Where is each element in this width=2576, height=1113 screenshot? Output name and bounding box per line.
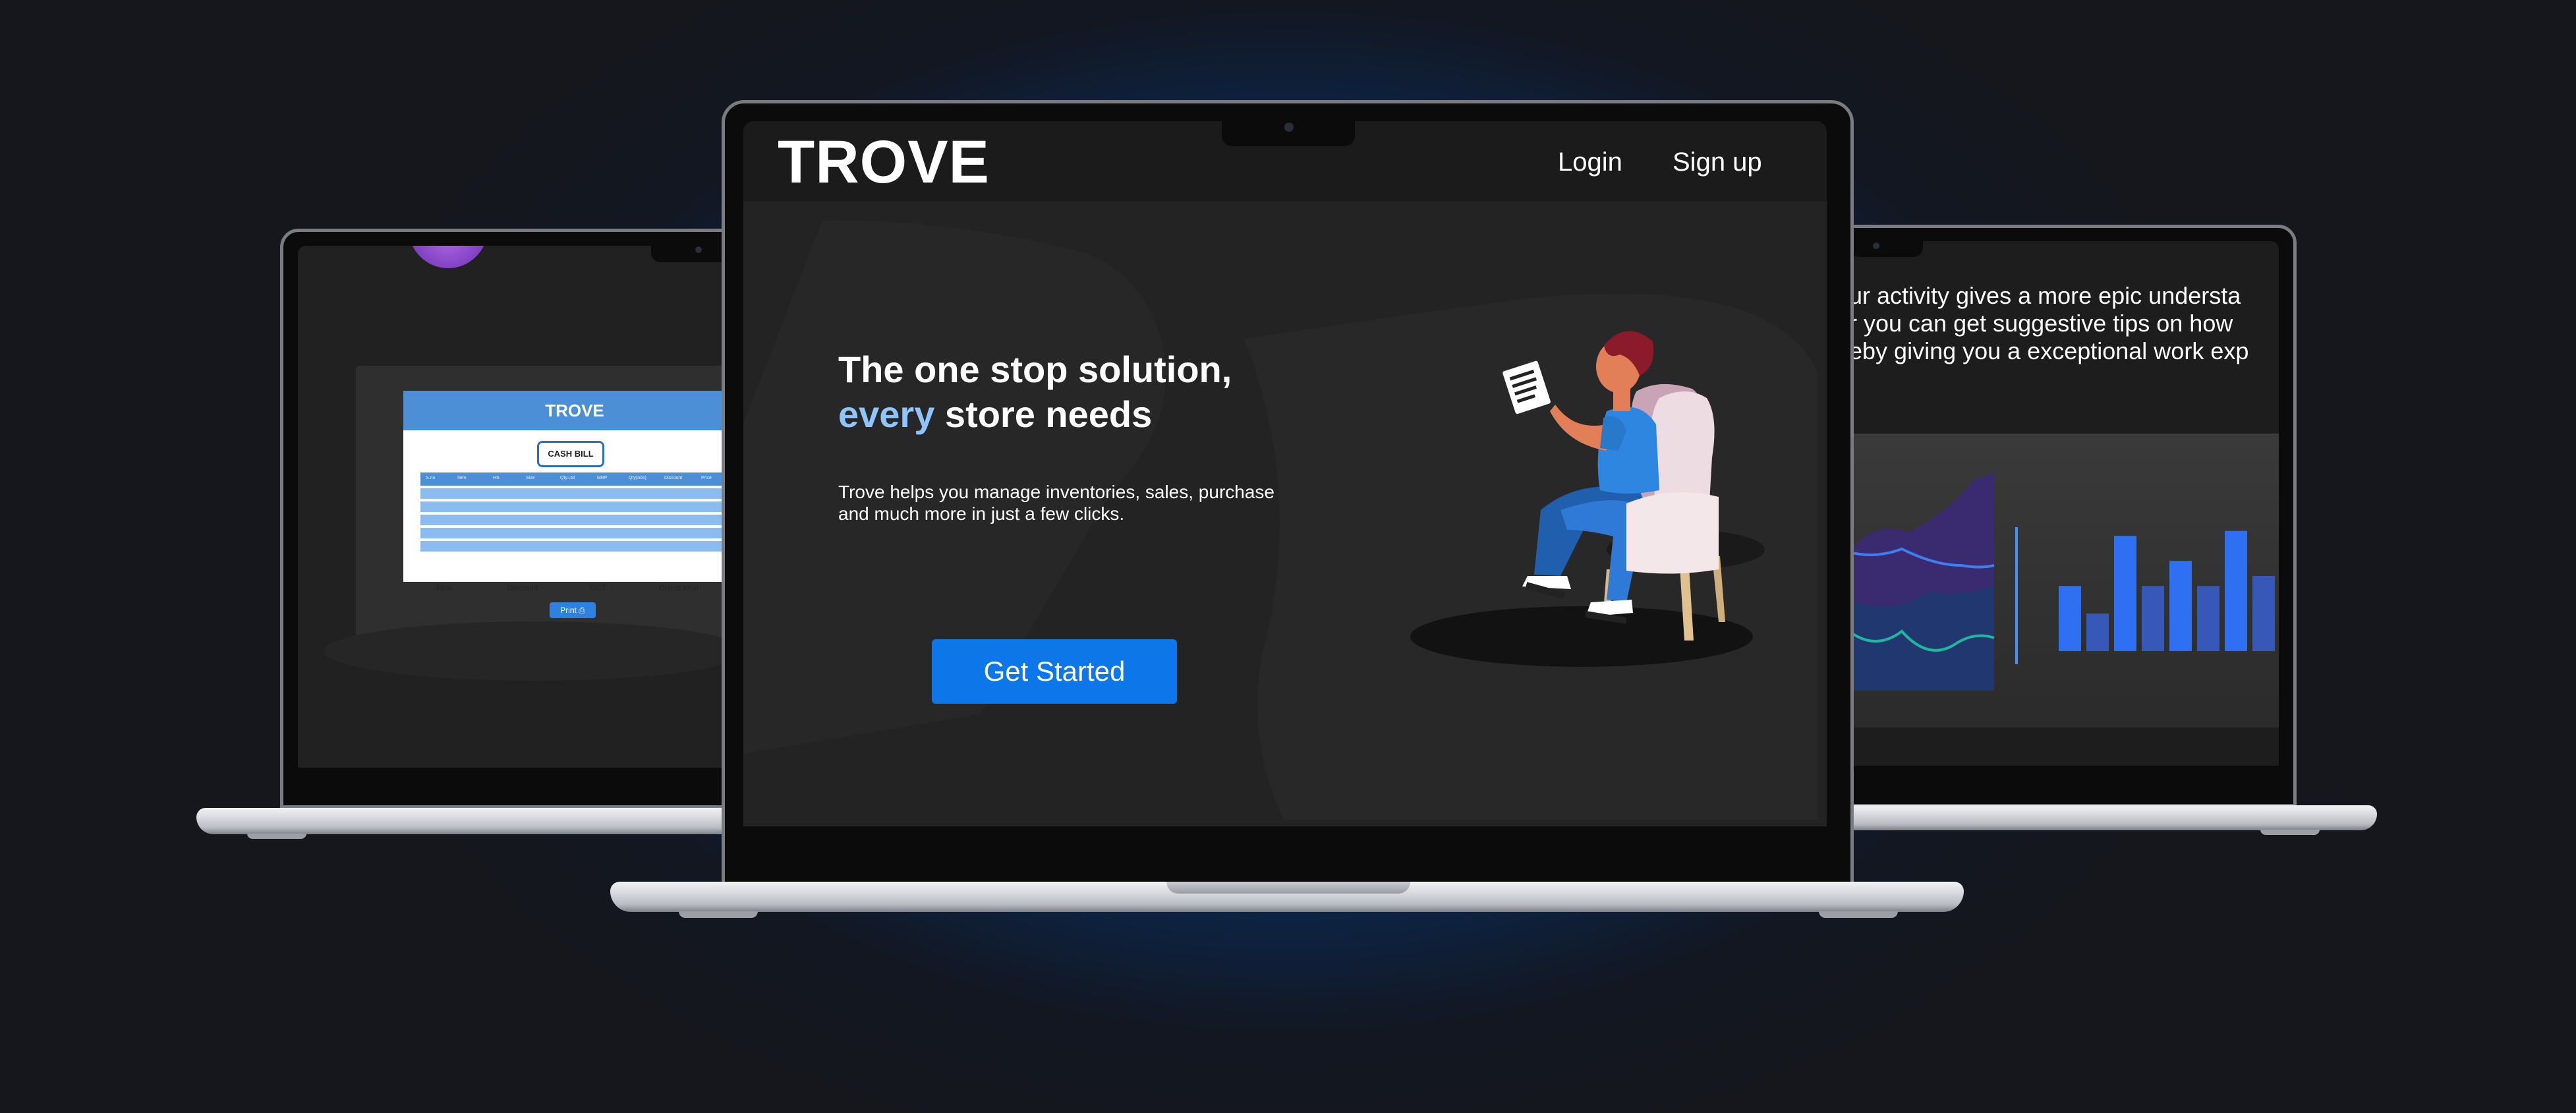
- grand-total-label: Grand total: [659, 583, 699, 592]
- table-row: [420, 501, 733, 512]
- center-laptop-foot: [1819, 911, 1898, 918]
- area-chart-illustration: [1849, 473, 2275, 691]
- column-header: MRP: [597, 476, 608, 480]
- floor-shadow: [1410, 606, 1753, 667]
- cash-bill-button[interactable]: CASH BILL: [537, 441, 604, 467]
- discount-label: Discount: [507, 583, 538, 592]
- gst-label: GST:: [590, 583, 608, 592]
- chart-bar: [2142, 586, 2164, 651]
- chart-bar: [2169, 561, 2192, 651]
- chart-bar: [2252, 576, 2275, 651]
- chart-bar: [2114, 536, 2136, 651]
- hero-subtitle-line-1: Trove helps you manage inventories, sale…: [838, 482, 1274, 502]
- description-line-3: eby giving you a exceptional work exp: [1849, 337, 2249, 364]
- right-laptop-notch: [1849, 239, 1923, 257]
- bar-chart: [2059, 530, 2275, 651]
- person-illustration: [1410, 331, 1765, 667]
- column-header: Price: [701, 476, 712, 480]
- bill-title: TROVE: [403, 391, 733, 430]
- chair-seat: [1626, 492, 1719, 574]
- person-arm: [1550, 405, 1607, 451]
- hero-title-highlight: every: [838, 393, 935, 435]
- left-laptop-screen: TROVE CASH BILL S.no Item HS Size Qty.Lt…: [298, 246, 733, 768]
- camera-icon: [1873, 243, 1879, 249]
- camera-icon: [695, 246, 702, 253]
- table-row: [420, 528, 733, 538]
- description-line-1: ur activity gives a more epic understa: [1849, 282, 2241, 309]
- description-line-2: r you can get suggestive tips on how: [1849, 310, 2233, 337]
- right-laptop-base: [1839, 805, 2377, 830]
- center-laptop-lip: [1166, 882, 1410, 894]
- print-label: Print: [560, 606, 577, 615]
- left-laptop-base: [196, 808, 743, 834]
- right-laptop-foot: [2260, 830, 2320, 835]
- print-button[interactable]: Print ⎙: [550, 602, 596, 618]
- hero-subtitle: Trove helps you manage inventories, sale…: [838, 481, 1274, 525]
- column-header: Discount: [664, 476, 683, 480]
- get-started-button[interactable]: Get Started: [932, 639, 1177, 704]
- hero-title: The one stop solution, every store needs: [838, 347, 1232, 437]
- table-row: [420, 515, 733, 525]
- center-laptop-screen: TROVE Login Sign up The one stop solutio…: [743, 121, 1827, 826]
- right-laptop-screen: ur activity gives a more epic understa r…: [1849, 241, 2279, 766]
- left-laptop-notch: [651, 243, 730, 262]
- hero-title-line-2: every store needs: [838, 392, 1232, 437]
- chart-bar: [2197, 586, 2219, 651]
- printer-icon: ⎙: [579, 606, 585, 615]
- hero-subtitle-line-2: and much more in just a few clicks.: [838, 503, 1125, 524]
- column-header: Size: [526, 476, 535, 480]
- chart-bar: [2225, 530, 2247, 651]
- column-header: HS: [493, 476, 500, 480]
- total-label: Total: [435, 583, 452, 592]
- column-header: Qty.Ltd: [560, 476, 575, 480]
- brand-logo[interactable]: TROVE: [778, 129, 990, 195]
- chart-bar: [2059, 586, 2081, 651]
- table-row: [420, 488, 733, 499]
- signup-link[interactable]: Sign up: [1673, 148, 1762, 177]
- table-row: [420, 541, 733, 552]
- hero-title-line-1: The one stop solution,: [838, 349, 1232, 390]
- center-laptop-foot: [679, 911, 758, 918]
- column-header: Qty(nos): [629, 476, 646, 480]
- login-link[interactable]: Login: [1558, 148, 1622, 177]
- left-laptop-foot: [247, 834, 306, 839]
- hero-title-rest: store needs: [934, 393, 1153, 435]
- cash-bill-card: TROVE CASH BILL S.no Item HS Size Qty.Lt…: [403, 391, 733, 592]
- bill-backdrop-shadow: [324, 621, 733, 681]
- chart-bar: [2086, 614, 2109, 651]
- avatar: [409, 246, 488, 268]
- chart-panel: [1849, 434, 2279, 728]
- center-laptop-bezel-bottom: [725, 826, 1850, 882]
- column-header: S.no: [426, 476, 436, 480]
- document-icon: [1503, 360, 1551, 414]
- bill-table: S.no Item HS Size Qty.Ltd MRP Qty(nos) D…: [420, 472, 733, 571]
- table-header-row: [420, 472, 733, 486]
- column-header: Item: [457, 476, 467, 480]
- camera-icon: [1284, 123, 1294, 132]
